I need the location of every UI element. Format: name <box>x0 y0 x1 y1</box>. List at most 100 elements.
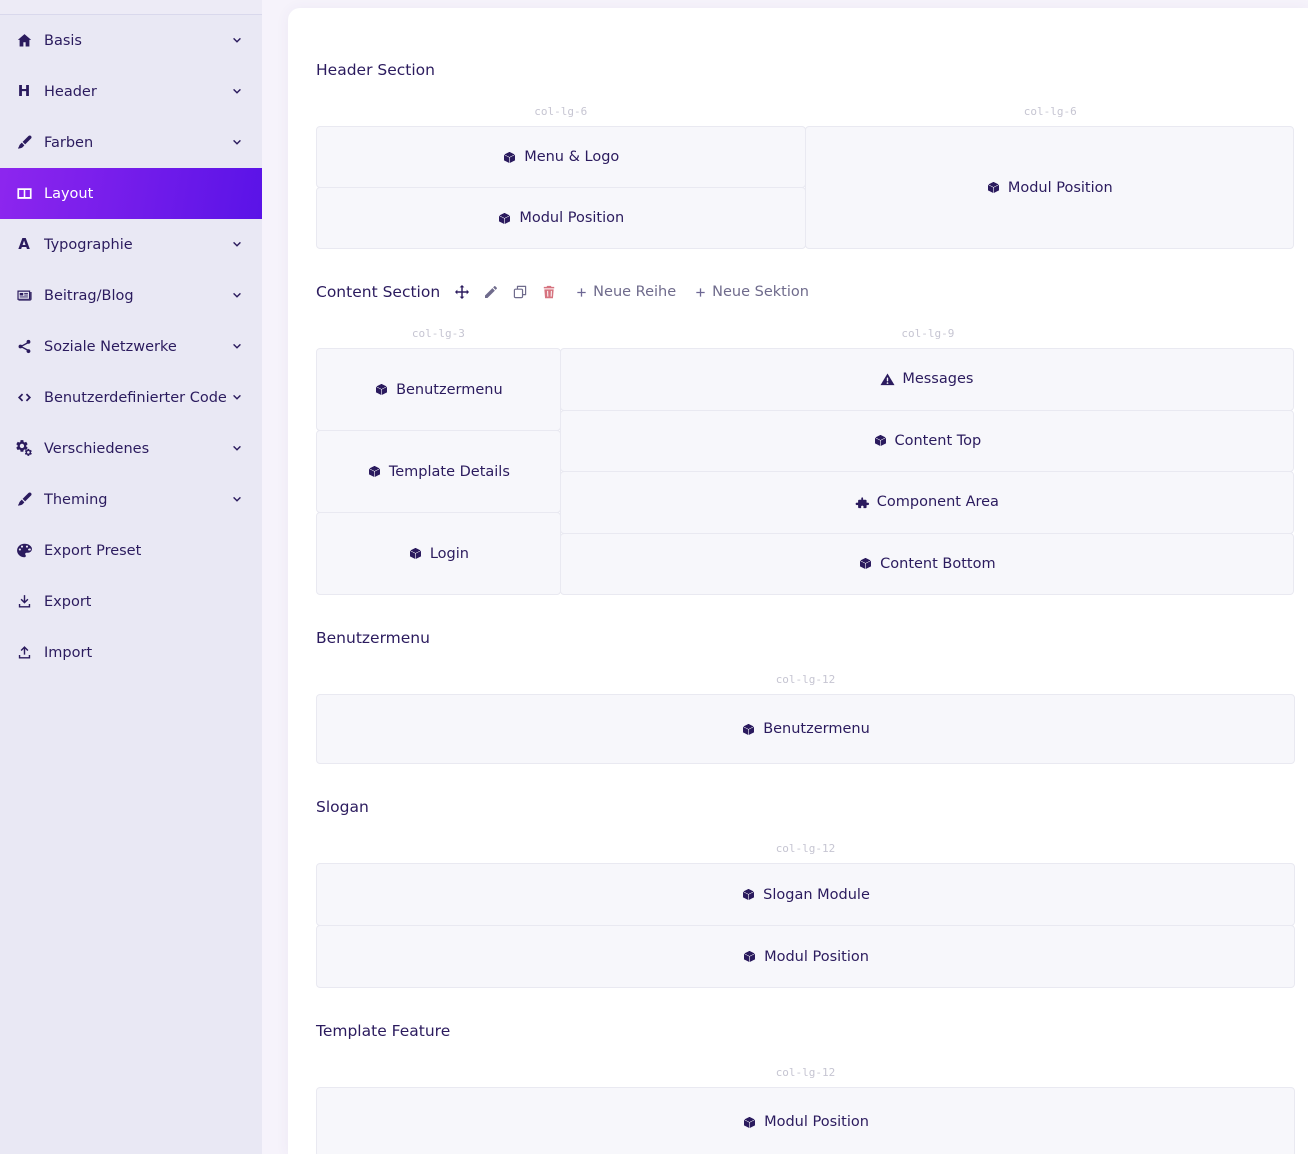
grid-column: Modul Position <box>316 1087 1295 1154</box>
main-panel: Header Section col-lg-6col-lg-6 Menu & L… <box>288 8 1308 1154</box>
chevron-down-icon <box>230 238 244 252</box>
palette-icon <box>16 542 33 559</box>
module-modul-position[interactable]: Modul Position <box>805 126 1295 249</box>
chevron-down-icon <box>230 493 244 507</box>
module-label: Modul Position <box>764 949 869 965</box>
newspaper-icon <box>16 287 33 304</box>
module-label: Menu & Logo <box>524 149 619 165</box>
sidebar-item-label: Soziale Netzwerke <box>44 339 177 355</box>
section-row: Benutzermenu <box>316 694 1295 764</box>
sidebar-item-typographie[interactable]: A Typographie <box>0 219 262 270</box>
cube-icon <box>502 150 517 165</box>
edit-button[interactable] <box>483 284 499 300</box>
module-content-top[interactable]: Content Top <box>560 410 1294 473</box>
sidebar-item-export-preset[interactable]: Export Preset <box>0 525 262 576</box>
module-modul-position[interactable]: Modul Position <box>316 1087 1295 1154</box>
sidebar-item-farben[interactable]: Farben <box>0 117 262 168</box>
cube-icon <box>367 464 382 479</box>
cube-icon <box>986 180 1001 195</box>
grid-column: Benutzermenu Template Details Login <box>316 348 561 595</box>
move-icon <box>454 284 470 300</box>
grid-column: Modul Position <box>805 126 1295 249</box>
share-icon <box>16 338 33 355</box>
module-label: Modul Position <box>519 210 624 226</box>
section-title: Benutzermenu <box>316 629 430 647</box>
copy-icon <box>512 284 528 300</box>
move-button[interactable] <box>454 284 470 300</box>
module-label: Login <box>430 546 469 562</box>
cube-icon <box>497 211 512 226</box>
cube-icon <box>374 382 389 397</box>
sidebar-item-soziale-netzwerke[interactable]: Soziale Netzwerke <box>0 321 262 372</box>
module-label: Content Bottom <box>880 556 995 572</box>
letter-h-icon: H <box>18 84 31 99</box>
home-icon <box>16 32 33 49</box>
module-template-details[interactable]: Template Details <box>316 430 561 513</box>
sidebar-item-label: Theming <box>44 492 108 508</box>
module-component-area[interactable]: Component Area <box>560 471 1294 534</box>
column-size-labels: col-lg-12 <box>316 1066 1295 1079</box>
column-size-label: col-lg-12 <box>316 842 1295 855</box>
paintbrush-icon <box>16 491 33 508</box>
column-size-label: col-lg-6 <box>806 105 1296 118</box>
module-login[interactable]: Login <box>316 512 561 595</box>
section-title: Header Section <box>316 61 435 79</box>
sidebar-item-label: Verschiedenes <box>44 441 149 457</box>
module-benutzermenu[interactable]: Benutzermenu <box>316 694 1295 764</box>
column-size-labels: col-lg-12 <box>316 842 1295 855</box>
sidebar-item-theming[interactable]: Theming <box>0 474 262 525</box>
column-size-label: col-lg-12 <box>316 673 1295 686</box>
section-row: Menu & Logo Modul Position Modul Position <box>316 126 1295 249</box>
module-label: Modul Position <box>1008 180 1113 196</box>
column-size-labels: col-lg-12 <box>316 673 1295 686</box>
module-modul-position[interactable]: Modul Position <box>316 187 806 249</box>
add-neue-sektion-button[interactable]: Neue Sektion <box>694 284 809 300</box>
layout-section-slogan: Slogan col-lg-12 Slogan ModuleModul Posi… <box>316 798 1295 988</box>
duplicate-button[interactable] <box>512 284 528 300</box>
grid-column: Menu & Logo Modul Position <box>316 126 806 249</box>
layout-section-content-section: Content Section Neue ReiheNeue Sektion c… <box>316 283 1295 595</box>
sidebar-nav: Basis H Header Farben Layout A Typograph… <box>0 15 262 678</box>
module-messages[interactable]: Messages <box>560 348 1294 411</box>
sidebar-item-import[interactable]: Import <box>0 627 262 678</box>
module-slogan-module[interactable]: Slogan Module <box>316 863 1295 926</box>
chevron-down-icon <box>230 340 244 354</box>
add-neue-reihe-button[interactable]: Neue Reihe <box>575 284 676 300</box>
module-label: Benutzermenu <box>763 721 870 737</box>
chevron-down-icon <box>230 85 244 99</box>
module-menu-logo[interactable]: Menu & Logo <box>316 126 806 188</box>
trash-icon <box>541 284 557 300</box>
chevron-down-icon <box>230 289 244 303</box>
sidebar-item-basis[interactable]: Basis <box>0 15 262 66</box>
puzzle-icon <box>855 495 870 510</box>
chevron-down-icon <box>230 34 244 48</box>
section-title: Template Feature <box>316 1022 450 1040</box>
sidebar-item-label: Layout <box>44 186 93 202</box>
column-size-label: col-lg-3 <box>316 327 561 340</box>
sidebar-item-benutzerdefinierter-code[interactable]: Benutzerdefinierter Code <box>0 372 262 423</box>
sidebar-item-label: Farben <box>44 135 93 151</box>
sidebar-item-verschiedenes[interactable]: Verschiedenes <box>0 423 262 474</box>
plus-icon <box>694 286 707 299</box>
layout-section-template-feature: Template Feature col-lg-12 Modul Positio… <box>316 1022 1295 1154</box>
module-modul-position[interactable]: Modul Position <box>316 925 1295 988</box>
sidebar-item-layout[interactable]: Layout <box>0 168 262 219</box>
sidebar-item-beitrag-blog[interactable]: Beitrag/Blog <box>0 270 262 321</box>
sidebar-item-label: Beitrag/Blog <box>44 288 134 304</box>
sidebar-item-label: Basis <box>44 33 82 49</box>
module-benutzermenu[interactable]: Benutzermenu <box>316 348 561 431</box>
pencil-icon <box>483 284 499 300</box>
cube-icon <box>742 949 757 964</box>
cube-icon <box>741 722 756 737</box>
sidebar-item-export[interactable]: Export <box>0 576 262 627</box>
module-label: Template Details <box>389 464 510 480</box>
sidebar-item-header[interactable]: H Header <box>0 66 262 117</box>
sidebar-item-label: Benutzerdefinierter Code <box>44 390 227 406</box>
delete-button[interactable] <box>541 284 557 300</box>
upload-icon <box>16 644 33 661</box>
layout-sections: Header Section col-lg-6col-lg-6 Menu & L… <box>316 61 1295 1154</box>
add-button-label: Neue Reihe <box>593 284 676 300</box>
module-label: Modul Position <box>764 1114 869 1130</box>
column-size-labels: col-lg-3col-lg-9 <box>316 327 1295 340</box>
module-content-bottom[interactable]: Content Bottom <box>560 533 1294 596</box>
